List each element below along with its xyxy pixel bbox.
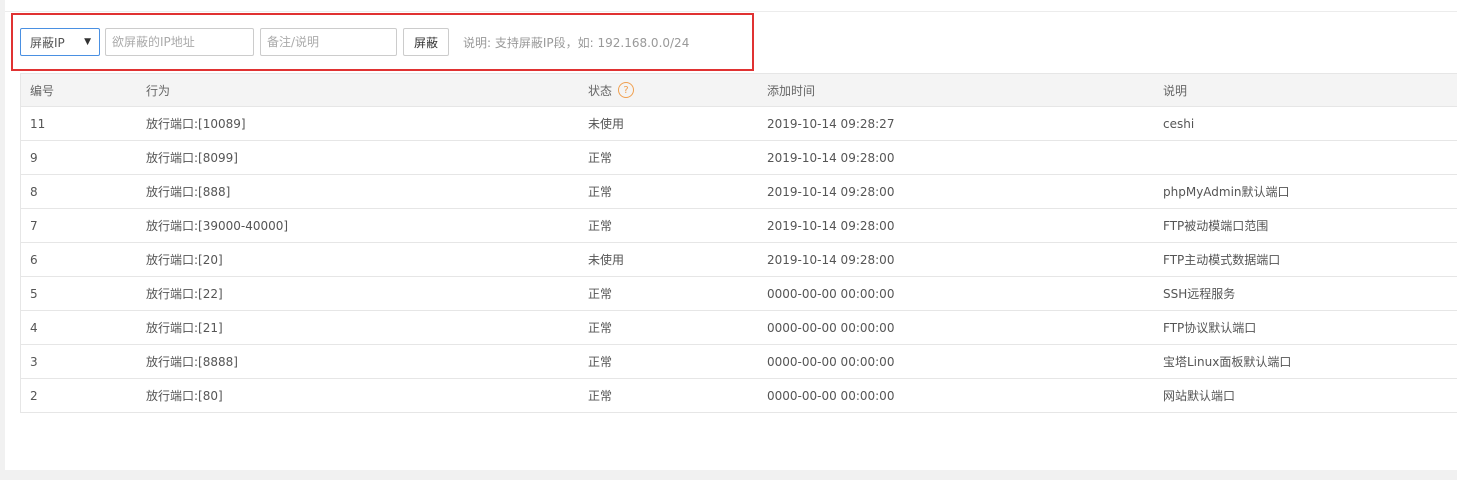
table-row: 6 放行端口:[20] 未使用 2019-10-14 09:28:00 FTP主动模式数… [21,243,1457,277]
table-row: 8 放行端口:[888] 正常 2019-10-14 09:28:00 phpMyAdm… [21,175,1457,209]
cell-time: 0000-00-00 00:00:00 [767,286,895,301]
cell-time: 2019-10-14 09:28:00 [767,218,895,233]
table-header: 编号 行为 状态 ? 添加时间 说明 [21,73,1457,107]
block-ip-toolbar: 屏蔽IP ▼ 屏蔽 说明: 支持屏蔽IP段，如: 192.168.0.0/24 [20,27,689,57]
table-row: 11 放行端口:[10089] 未使用 2019-10-14 09:28:27 cesh… [21,107,1457,141]
cell-note: FTP被动模端口范围 [1163,219,1269,233]
rule-type-select[interactable]: 屏蔽IP ▼ [20,28,100,56]
table-row: 9 放行端口:[8099] 正常 2019-10-14 09:28:00 [21,141,1457,175]
cell-id: 11 [30,116,46,131]
cell-id: 2 [30,388,38,403]
rules-table: 编号 行为 状态 ? 添加时间 说明 11 放行端口:[10089] 未使用 2019… [20,73,1457,413]
cell-status: 正常 [588,355,613,369]
cell-note: FTP协议默认端口 [1163,321,1257,335]
cell-time: 2019-10-14 09:28:00 [767,184,895,199]
cell-time: 0000-00-00 00:00:00 [767,354,895,369]
ip-address-input[interactable] [105,28,254,56]
cell-id: 6 [30,252,38,267]
hint-text: 说明: 支持屏蔽IP段，如: 192.168.0.0/24 [463,35,690,50]
cell-id: 4 [30,320,38,335]
cell-status: 正常 [588,219,613,233]
cell-time: 2019-10-14 09:28:00 [767,252,895,267]
cell-action: 放行端口:[8888] [146,355,238,369]
cell-id: 7 [30,218,38,233]
table-row: 2 放行端口:[80] 正常 0000-00-00 00:00:00 网站默认端口 [21,379,1457,413]
cell-note: 宝塔Linux面板默认端口 [1163,355,1292,369]
table-row: 7 放行端口:[39000-40000] 正常 2019-10-14 09:28:00… [21,209,1457,243]
block-button[interactable]: 屏蔽 [403,28,449,56]
cell-action: 放行端口:[8099] [146,151,238,165]
cell-status: 正常 [588,321,613,335]
cell-action: 放行端口:[10089] [146,117,246,131]
header-status: 状态 ? [579,82,758,99]
cell-status: 正常 [588,389,613,403]
cell-time: 0000-00-00 00:00:00 [767,388,895,403]
header-note: 说明 [1163,83,1188,98]
cell-note: 网站默认端口 [1163,389,1236,403]
header-action: 行为 [146,83,171,98]
table-row: 4 放行端口:[21] 正常 0000-00-00 00:00:00 FTP协议默认端口 [21,311,1457,345]
cell-time: 0000-00-00 00:00:00 [767,320,895,335]
cell-action: 放行端口:[39000-40000] [146,219,289,233]
cell-id: 8 [30,184,38,199]
cell-action: 放行端口:[888] [146,185,231,199]
cell-note: SSH远程服务 [1163,287,1236,301]
cell-status: 未使用 [588,117,625,131]
chevron-down-icon: ▼ [84,37,91,47]
cell-time: 2019-10-14 09:28:00 [767,150,895,165]
cell-action: 放行端口:[22] [146,287,223,301]
table-row: 3 放行端口:[8888] 正常 0000-00-00 00:00:00 宝塔Linux… [21,345,1457,379]
header-id: 编号 [30,83,55,98]
cell-id: 3 [30,354,38,369]
help-icon[interactable]: ? [618,82,635,98]
cell-note: FTP主动模式数据端口 [1163,253,1281,267]
cell-action: 放行端口:[20] [146,253,223,267]
cell-note: ceshi [1163,116,1195,131]
cell-status: 正常 [588,287,613,301]
cell-action: 放行端口:[80] [146,389,223,403]
note-input[interactable] [260,28,397,56]
firewall-panel: 屏蔽IP ▼ 屏蔽 说明: 支持屏蔽IP段，如: 192.168.0.0/24 … [5,0,1457,470]
cell-id: 9 [30,150,38,165]
table-body: 11 放行端口:[10089] 未使用 2019-10-14 09:28:27 cesh… [21,107,1457,413]
cell-action: 放行端口:[21] [146,321,223,335]
cell-id: 5 [30,286,38,301]
cell-status: 正常 [588,185,613,199]
cell-status: 未使用 [588,253,625,267]
header-status-label: 状态 [588,83,613,98]
header-time: 添加时间 [767,83,816,98]
cell-time: 2019-10-14 09:28:27 [767,116,895,131]
table-row: 5 放行端口:[22] 正常 0000-00-00 00:00:00 SSH远程服务 [21,277,1457,311]
cell-note: phpMyAdmin默认端口 [1163,185,1290,199]
divider [5,11,1457,12]
rule-type-select-value: 屏蔽IP [30,35,65,50]
cell-status: 正常 [588,151,613,165]
